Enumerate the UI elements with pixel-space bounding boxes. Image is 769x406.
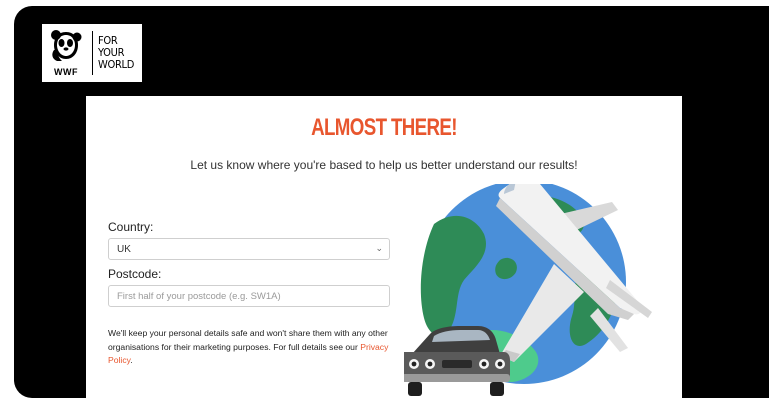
tagline-line-3: WORLD [98,58,135,71]
wwf-wordmark: WWF [54,67,78,77]
country-label: Country: [108,220,154,234]
page-title: ALMOST THERE! [311,114,457,141]
postcode-placeholder: First half of your postcode (e.g. SW1A) [117,291,281,302]
privacy-notice: We'll keep your personal details safe an… [108,327,398,368]
page-subtitle: Let us know where you're based to help u… [190,158,578,172]
logo-divider [92,31,93,75]
wwf-panda-icon [51,30,82,61]
privacy-notice-suffix: . [130,355,133,365]
location-card: ALMOST THERE! Let us know where you're b… [86,96,682,406]
travel-illustration [404,184,652,396]
postcode-label: Postcode: [108,267,162,281]
wwf-logo[interactable]: WWF FOR YOUR WORLD [42,24,142,82]
panda-wrap: WWF [42,24,90,82]
postcode-input[interactable]: First half of your postcode (e.g. SW1A) [108,285,390,307]
privacy-notice-text: We'll keep your personal details safe an… [108,328,388,352]
country-select[interactable]: UK ⌄ [108,238,390,260]
chevron-down-icon: ⌄ [375,243,383,253]
country-select-value: UK [117,244,131,255]
logo-tagline: FOR YOUR WORLD [98,35,134,71]
car-icon [404,326,510,396]
